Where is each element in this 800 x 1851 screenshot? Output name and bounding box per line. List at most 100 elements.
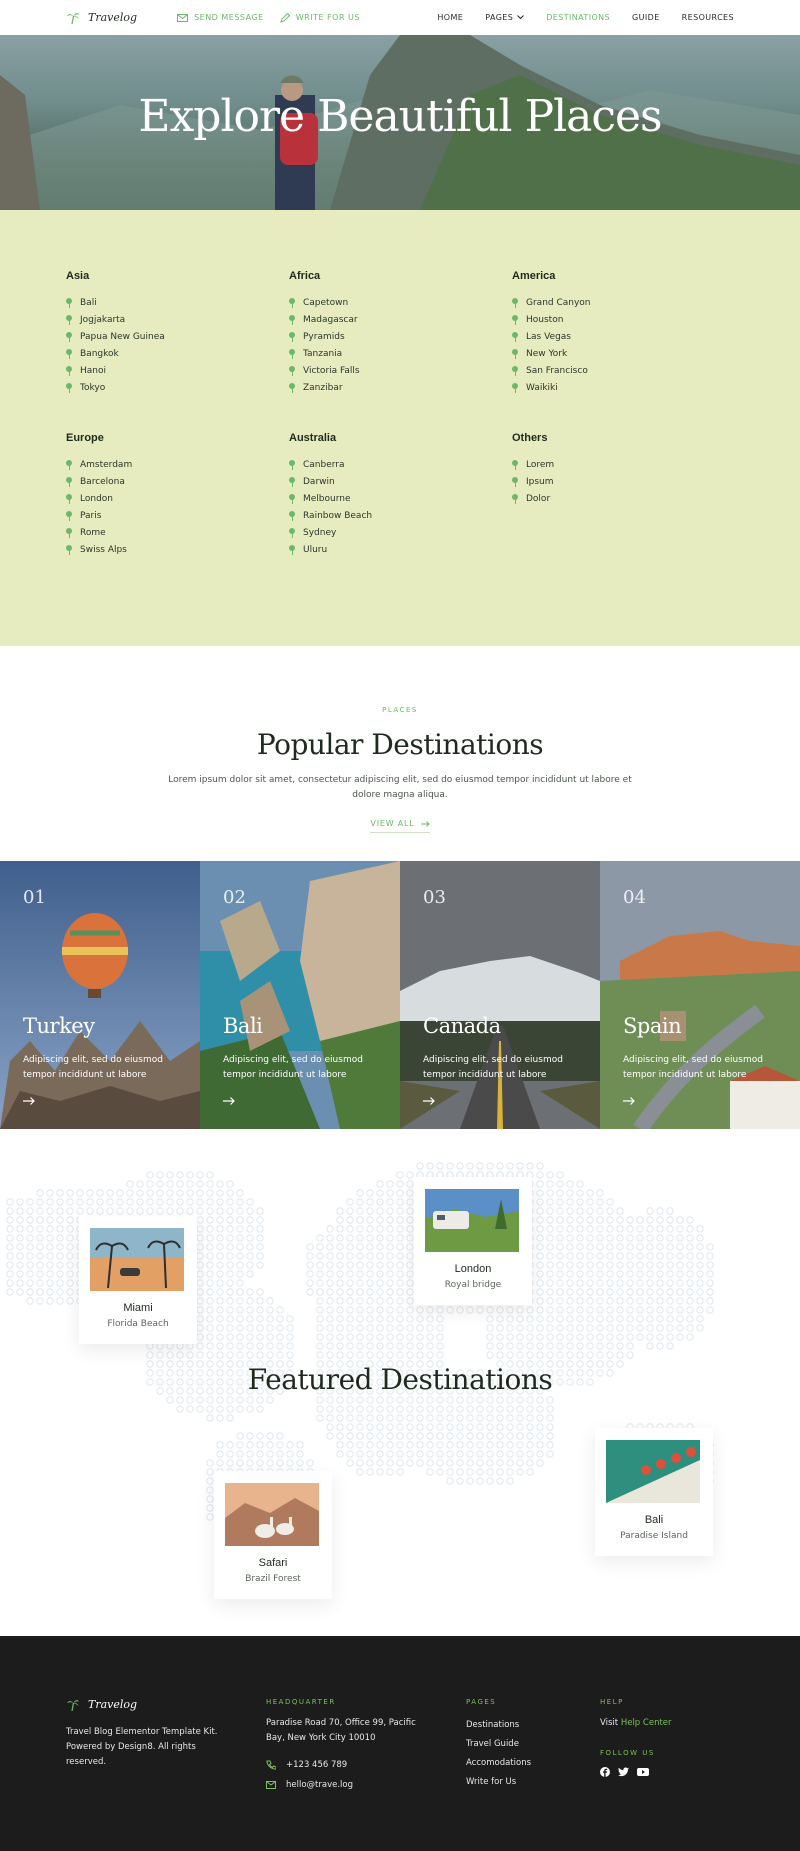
facebook-icon[interactable]: [600, 1767, 610, 1777]
place-link[interactable]: Swiss Alps: [66, 541, 289, 558]
nav-home[interactable]: HOME: [437, 13, 463, 22]
place-link[interactable]: Paris: [66, 507, 289, 524]
chevron-down-icon: [517, 15, 525, 20]
arrow-right-icon[interactable]: [423, 1097, 435, 1105]
place-label: New York: [526, 348, 568, 359]
send-message-label: SEND MESSAGE: [194, 13, 264, 22]
place-link[interactable]: Barcelona: [66, 473, 289, 490]
featured-title: Featured Destinations: [247, 1363, 553, 1396]
youtube-icon[interactable]: [637, 1767, 649, 1777]
map-pin-icon: [512, 459, 518, 470]
destination-card-bali[interactable]: 02 Bali Adipiscing elit, sed do eiusmod …: [200, 861, 400, 1129]
place-label: Madagascar: [303, 314, 358, 325]
place-link[interactable]: Melbourne: [289, 490, 512, 507]
featured-card-bali[interactable]: Bali Paradise Island: [595, 1428, 713, 1556]
place-link[interactable]: Bangkok: [66, 345, 289, 362]
palm-logo-icon: [67, 1699, 79, 1711]
safari-image: [225, 1483, 319, 1546]
featured-card-london[interactable]: London Royal bridge: [414, 1177, 532, 1305]
map-pin-icon: [289, 527, 295, 538]
place-link[interactable]: Zanzibar: [289, 379, 512, 396]
place-label: Swiss Alps: [80, 544, 127, 555]
place-link[interactable]: Darwin: [289, 473, 512, 490]
map-pin-icon: [66, 476, 72, 487]
email-row[interactable]: hello@trave.log: [266, 1780, 466, 1790]
place-link[interactable]: Rome: [66, 524, 289, 541]
place-link[interactable]: Sydney: [289, 524, 512, 541]
place-link[interactable]: Lorem: [512, 456, 735, 473]
popular-eyebrow: PLACES: [382, 706, 418, 714]
place-label: Victoria Falls: [303, 365, 360, 376]
place-link[interactable]: Amsterdam: [66, 456, 289, 473]
brand[interactable]: Travelog: [66, 11, 137, 24]
map-pin-icon: [66, 493, 72, 504]
arrow-right-icon[interactable]: [223, 1097, 235, 1105]
destination-card-canada[interactable]: 03 Canada Adipiscing elit, sed do eiusmo…: [400, 861, 600, 1129]
place-link[interactable]: Pyramids: [289, 328, 512, 345]
destination-card-turkey[interactable]: 01 Turkey Adipiscing elit, sed do eiusmo…: [0, 861, 200, 1129]
place-link[interactable]: New York: [512, 345, 735, 362]
nav-pages[interactable]: PAGES: [485, 13, 525, 22]
nav-destinations[interactable]: DESTINATIONS: [546, 13, 610, 22]
place-link[interactable]: Dolor: [512, 490, 735, 507]
map-pin-icon: [512, 331, 518, 342]
palm-logo-icon: [67, 12, 79, 24]
place-link[interactable]: Bali: [66, 294, 289, 311]
place-link[interactable]: London: [66, 490, 289, 507]
place-link[interactable]: Las Vegas: [512, 328, 735, 345]
place-link[interactable]: Rainbow Beach: [289, 507, 512, 524]
map-pin-icon: [66, 544, 72, 555]
nav-guide[interactable]: GUIDE: [632, 13, 660, 22]
place-link[interactable]: Houston: [512, 311, 735, 328]
place-link[interactable]: Grand Canyon: [512, 294, 735, 311]
place-label: Hanoi: [80, 365, 106, 376]
place-label: Uluru: [303, 544, 328, 555]
send-message-link[interactable]: SEND MESSAGE: [177, 13, 264, 23]
place-link[interactable]: Capetown: [289, 294, 512, 311]
arrow-right-icon: [420, 820, 430, 827]
map-pin-icon: [289, 493, 295, 504]
help-center-link[interactable]: Help Center: [621, 1718, 672, 1728]
footer-about: Travel Blog Elementor Template Kit. Powe…: [66, 1727, 218, 1767]
featured-card-miami[interactable]: Miami Florida Beach: [79, 1216, 197, 1344]
destination-cards: 01 Turkey Adipiscing elit, sed do eiusmo…: [0, 861, 800, 1129]
place-link[interactable]: Papua New Guinea: [66, 328, 289, 345]
help-prefix: Visit: [600, 1718, 619, 1728]
footer-link-write-for-us[interactable]: Write for Us: [466, 1773, 600, 1792]
place-link[interactable]: Madagascar: [289, 311, 512, 328]
footer-link-travel-guide[interactable]: Travel Guide: [466, 1735, 600, 1754]
headquarter-heading: HEADQUARTER: [266, 1698, 336, 1706]
place-link[interactable]: San Francisco: [512, 362, 735, 379]
phone-icon: [266, 1760, 276, 1770]
place-link[interactable]: Uluru: [289, 541, 512, 558]
footer-link-accomodations[interactable]: Accomodations: [466, 1754, 600, 1773]
place-link[interactable]: Canberra: [289, 456, 512, 473]
arrow-right-icon[interactable]: [623, 1097, 635, 1105]
view-all-link[interactable]: VIEW ALL: [370, 819, 430, 833]
place-label: Melbourne: [303, 493, 351, 504]
place-link[interactable]: Tokyo: [66, 379, 289, 396]
write-for-us-link[interactable]: WRITE FOR US: [279, 12, 360, 23]
place-link[interactable]: Victoria Falls: [289, 362, 512, 379]
place-link[interactable]: Waikiki: [512, 379, 735, 396]
place-link[interactable]: Tanzania: [289, 345, 512, 362]
map-pin-icon: [512, 493, 518, 504]
place-label: Jogjakarta: [80, 314, 126, 325]
destination-card-spain[interactable]: 04 Spain Adipiscing elit, sed do eiusmod…: [600, 861, 800, 1129]
arrow-right-icon[interactable]: [23, 1097, 35, 1105]
nav-resources[interactable]: RESOURCES: [682, 13, 734, 22]
place-link[interactable]: Hanoi: [66, 362, 289, 379]
place-label: Rome: [80, 527, 106, 538]
view-all-label: VIEW ALL: [370, 819, 415, 828]
map-pin-icon: [512, 314, 518, 325]
featured-card-safari[interactable]: Safari Brazil Forest: [214, 1471, 332, 1599]
footer-link-destinations[interactable]: Destinations: [466, 1716, 600, 1735]
featured-card-title: Safari: [258, 1557, 288, 1569]
place-label: Waikiki: [526, 382, 558, 393]
footer-brand[interactable]: Travelog: [66, 1698, 266, 1711]
place-link[interactable]: Jogjakarta: [66, 311, 289, 328]
twitter-icon[interactable]: [618, 1767, 629, 1777]
region-africa: Africa Capetown Madagascar Pyramids Tanzania…: [289, 270, 512, 396]
place-link[interactable]: Ipsum: [512, 473, 735, 490]
phone-row[interactable]: +123 456 789: [266, 1760, 466, 1770]
